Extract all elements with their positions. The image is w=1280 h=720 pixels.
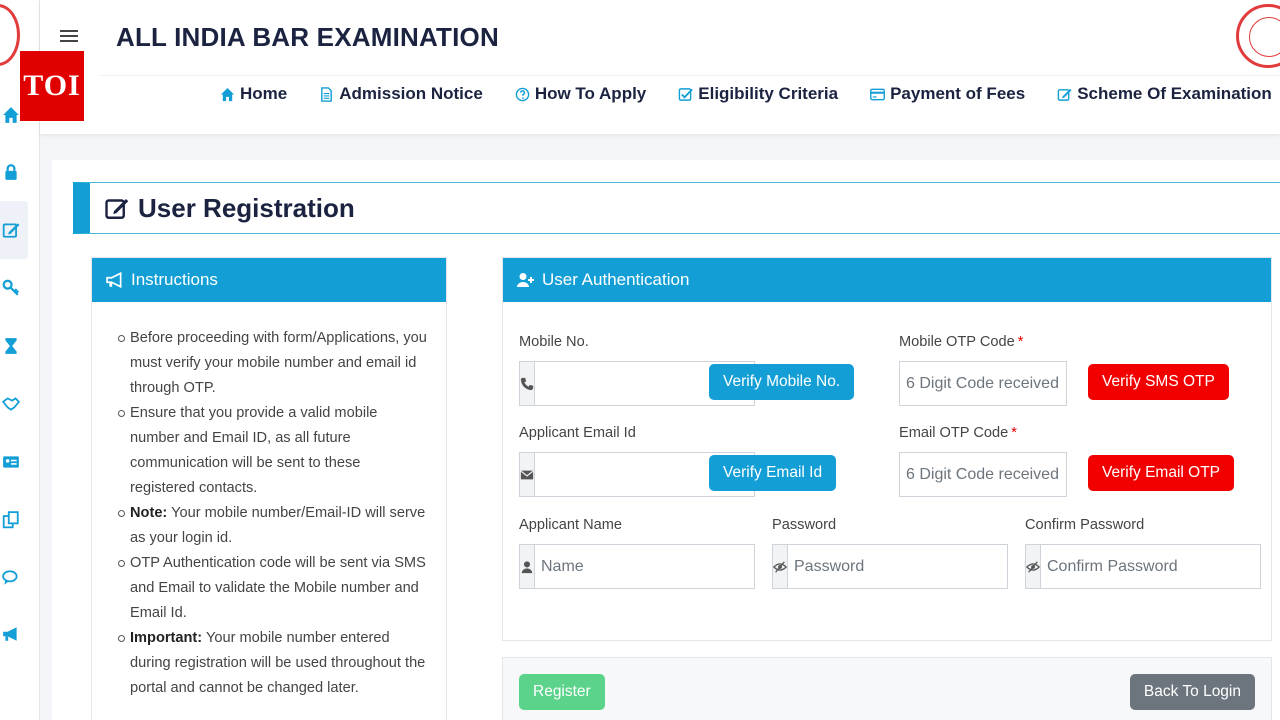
bullhorn-icon bbox=[106, 271, 122, 289]
list-item: OTP Authentication code will be sent via… bbox=[118, 551, 428, 626]
password-input[interactable] bbox=[787, 544, 1008, 589]
site-title: ALL INDIA BAR EXAMINATION bbox=[116, 22, 499, 52]
question-circle-icon bbox=[515, 87, 530, 101]
sidebar-handshake-icon[interactable] bbox=[0, 389, 30, 419]
nav-admission-notice[interactable]: Admission Notice bbox=[319, 84, 483, 104]
sidebar-lock-icon[interactable] bbox=[0, 157, 30, 187]
password-input-group bbox=[772, 544, 1008, 589]
user-authentication-card: User Authentication Mobile No. Verify Mo… bbox=[502, 257, 1272, 641]
envelope-icon bbox=[519, 452, 534, 497]
check-square-icon bbox=[678, 87, 694, 101]
eye-slash-icon[interactable] bbox=[1025, 544, 1040, 589]
nav-payment-of-fees[interactable]: Payment of Fees bbox=[870, 84, 1025, 104]
page-title: User Registration bbox=[138, 192, 355, 223]
nav-eligibility-criteria[interactable]: Eligibility Criteria bbox=[678, 84, 838, 104]
main-panel: User Registration Instructions Before pr… bbox=[52, 160, 1280, 720]
name-label: Applicant Name bbox=[519, 517, 623, 533]
mobile-otp-input[interactable] bbox=[899, 361, 1067, 406]
email-otp-input[interactable] bbox=[899, 452, 1067, 497]
sidebar-hourglass-icon[interactable] bbox=[0, 331, 30, 361]
sidebar-id-card-icon[interactable] bbox=[0, 447, 30, 477]
verify-email-button[interactable]: Verify Email Id bbox=[709, 455, 837, 491]
verify-sms-otp-button[interactable]: Verify SMS OTP bbox=[1088, 364, 1229, 400]
mobile-input-group bbox=[519, 361, 755, 406]
email-otp-label: Email OTP Code * bbox=[899, 425, 1017, 441]
sidebar-copy-icon[interactable] bbox=[0, 505, 30, 535]
email-label: Applicant Email Id bbox=[519, 425, 636, 441]
nav-how-to-apply[interactable]: How To Apply bbox=[515, 84, 646, 104]
user-icon bbox=[519, 544, 534, 589]
password-label: Password bbox=[772, 517, 837, 533]
confirm-password-input-group bbox=[1025, 544, 1261, 589]
list-item: Before proceeding with form/Applications… bbox=[118, 326, 428, 401]
verify-mobile-button[interactable]: Verify Mobile No. bbox=[709, 364, 855, 400]
list-item: Note: Your mobile number/Email-ID will s… bbox=[118, 501, 428, 551]
mobile-otp-label: Mobile OTP Code * bbox=[899, 334, 1024, 350]
register-button[interactable]: Register bbox=[519, 674, 605, 710]
user-authentication-header: User Authentication bbox=[503, 258, 1271, 302]
verify-email-otp-button[interactable]: Verify Email OTP bbox=[1088, 455, 1234, 491]
name-input[interactable] bbox=[534, 544, 755, 589]
home-icon bbox=[220, 87, 235, 101]
instructions-card: Instructions Before proceeding with form… bbox=[91, 257, 447, 720]
page-title-bar: User Registration bbox=[73, 182, 1280, 234]
credit-card-icon bbox=[870, 88, 886, 100]
user-plus-icon bbox=[517, 273, 534, 287]
instructions-list: Before proceeding with form/Applications… bbox=[92, 302, 446, 701]
nav-scheme-of-examination[interactable]: Scheme Of Examination bbox=[1057, 84, 1272, 104]
sidebar-bullhorn-icon[interactable] bbox=[0, 619, 30, 649]
sidebar-key-icon[interactable] bbox=[0, 273, 30, 303]
hamburger-menu-icon[interactable] bbox=[60, 27, 78, 47]
top-header: ALL INDIA BAR EXAMINATION Home Admission… bbox=[40, 0, 1280, 134]
document-icon bbox=[321, 86, 333, 102]
sidebar-edit-icon[interactable] bbox=[0, 201, 28, 259]
edit-icon bbox=[1057, 88, 1072, 101]
confirm-password-label: Confirm Password bbox=[1025, 517, 1145, 533]
list-item: Important: Your mobile number entered du… bbox=[118, 626, 428, 701]
bar-council-logo-left bbox=[0, 4, 20, 66]
eye-slash-icon[interactable] bbox=[772, 544, 787, 589]
bar-council-logo-right bbox=[1236, 4, 1280, 68]
main-nav: Home Admission Notice How To Apply Eligi… bbox=[220, 84, 1272, 104]
name-input-group bbox=[519, 544, 755, 589]
instructions-header: Instructions bbox=[92, 258, 446, 302]
toi-badge: TOI bbox=[20, 51, 84, 121]
confirm-password-input[interactable] bbox=[1040, 544, 1261, 589]
sidebar-comments-icon[interactable] bbox=[0, 563, 30, 593]
phone-icon bbox=[519, 361, 534, 406]
form-footer: Register Back To Login bbox=[502, 657, 1272, 720]
list-item: Ensure that you provide a valid mobile n… bbox=[118, 401, 428, 501]
mobile-label: Mobile No. bbox=[519, 334, 589, 350]
email-input-group bbox=[519, 452, 755, 497]
nav-home[interactable]: Home bbox=[220, 84, 287, 104]
back-to-login-button[interactable]: Back To Login bbox=[1129, 674, 1255, 710]
edit-icon bbox=[105, 199, 129, 219]
